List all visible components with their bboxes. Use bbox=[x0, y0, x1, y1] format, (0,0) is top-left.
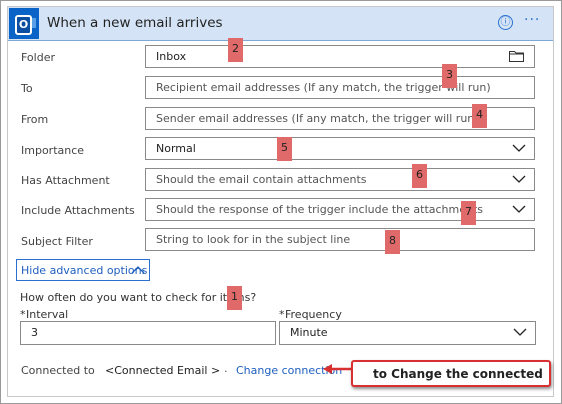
to-placeholder: Recipient email addresses (If any match,… bbox=[156, 81, 491, 94]
folder-field[interactable]: Inbox bbox=[145, 45, 535, 68]
annotation-badge-1: 1 bbox=[227, 286, 242, 310]
annotation-badge-2: 2 bbox=[228, 38, 243, 62]
connected-email: <Connected Email > bbox=[105, 364, 221, 377]
annotation-badge-4: 4 bbox=[472, 104, 487, 128]
info-icon[interactable]: ⓘ bbox=[498, 15, 513, 30]
outlook-icon: O bbox=[9, 8, 39, 39]
outlook-letter: O bbox=[15, 15, 32, 35]
interval-label: Interval bbox=[26, 308, 69, 321]
frequency-value: Minute bbox=[290, 326, 328, 339]
from-placeholder: Sender email addresses (If any match, th… bbox=[156, 112, 479, 125]
hide-advanced-options-label: Hide advanced options bbox=[21, 264, 148, 277]
folder-icon[interactable] bbox=[509, 50, 524, 62]
subject-filter-placeholder: String to look for in the subject line bbox=[156, 233, 351, 246]
annotation-badge-7: 7 bbox=[461, 201, 476, 225]
importance-dropdown[interactable]: Normal bbox=[145, 137, 535, 160]
recurrence-question: How often do you want to check for items… bbox=[20, 291, 257, 304]
connected-to-label: Connected to bbox=[21, 364, 95, 377]
card-header[interactable]: O When a new email arrives ⓘ ··· bbox=[8, 7, 553, 41]
interval-required-mark: * bbox=[20, 308, 26, 321]
to-field[interactable]: Recipient email addresses (If any match,… bbox=[145, 76, 535, 99]
has-attachment-label: Has Attachment bbox=[21, 174, 110, 187]
importance-label: Importance bbox=[21, 144, 85, 157]
subject-filter-label: Subject Filter bbox=[21, 235, 93, 248]
chevron-down-icon[interactable] bbox=[512, 141, 526, 155]
frequency-dropdown[interactable]: Minute bbox=[279, 321, 536, 345]
include-attachments-label: Include Attachments bbox=[21, 204, 135, 217]
folder-value: Inbox bbox=[156, 50, 187, 63]
chevron-down-icon[interactable] bbox=[513, 325, 527, 339]
chevron-down-icon[interactable] bbox=[512, 172, 526, 186]
has-attachment-placeholder: Should the email contain attachments bbox=[156, 173, 367, 186]
chevron-down-icon[interactable] bbox=[512, 202, 526, 216]
annotation-badge-5: 5 bbox=[277, 137, 292, 161]
callout-arrow bbox=[323, 364, 353, 374]
card-title: When a new email arrives bbox=[47, 15, 223, 31]
include-attachments-dropdown[interactable]: Should the response of the trigger inclu… bbox=[145, 198, 535, 221]
frequency-required-mark: * bbox=[279, 308, 285, 321]
interval-value: 3 bbox=[31, 326, 38, 339]
annotation-badge-3: 3 bbox=[442, 64, 457, 88]
annotation-badge-6: 6 bbox=[412, 164, 427, 188]
has-attachment-dropdown[interactable]: Should the email contain attachments bbox=[145, 168, 535, 191]
interval-input[interactable]: 3 bbox=[20, 321, 276, 345]
include-attachments-placeholder: Should the response of the trigger inclu… bbox=[156, 203, 484, 216]
callout-box: to Change the connected bbox=[351, 360, 551, 387]
to-label: To bbox=[21, 82, 33, 95]
hide-advanced-options-button[interactable]: Hide advanced options bbox=[16, 259, 150, 281]
folder-label: Folder bbox=[21, 51, 55, 64]
frequency-label: Frequency bbox=[285, 308, 342, 321]
subject-filter-field[interactable]: String to look for in the subject line bbox=[145, 228, 535, 251]
more-options-icon[interactable]: ··· bbox=[524, 12, 540, 28]
callout-text: to Change the connected bbox=[373, 367, 543, 381]
connection-separator: . bbox=[224, 362, 228, 375]
annotation-badge-8: 8 bbox=[385, 230, 400, 254]
chevron-up-icon bbox=[131, 266, 145, 274]
importance-value: Normal bbox=[156, 142, 196, 155]
from-label: From bbox=[21, 113, 49, 126]
